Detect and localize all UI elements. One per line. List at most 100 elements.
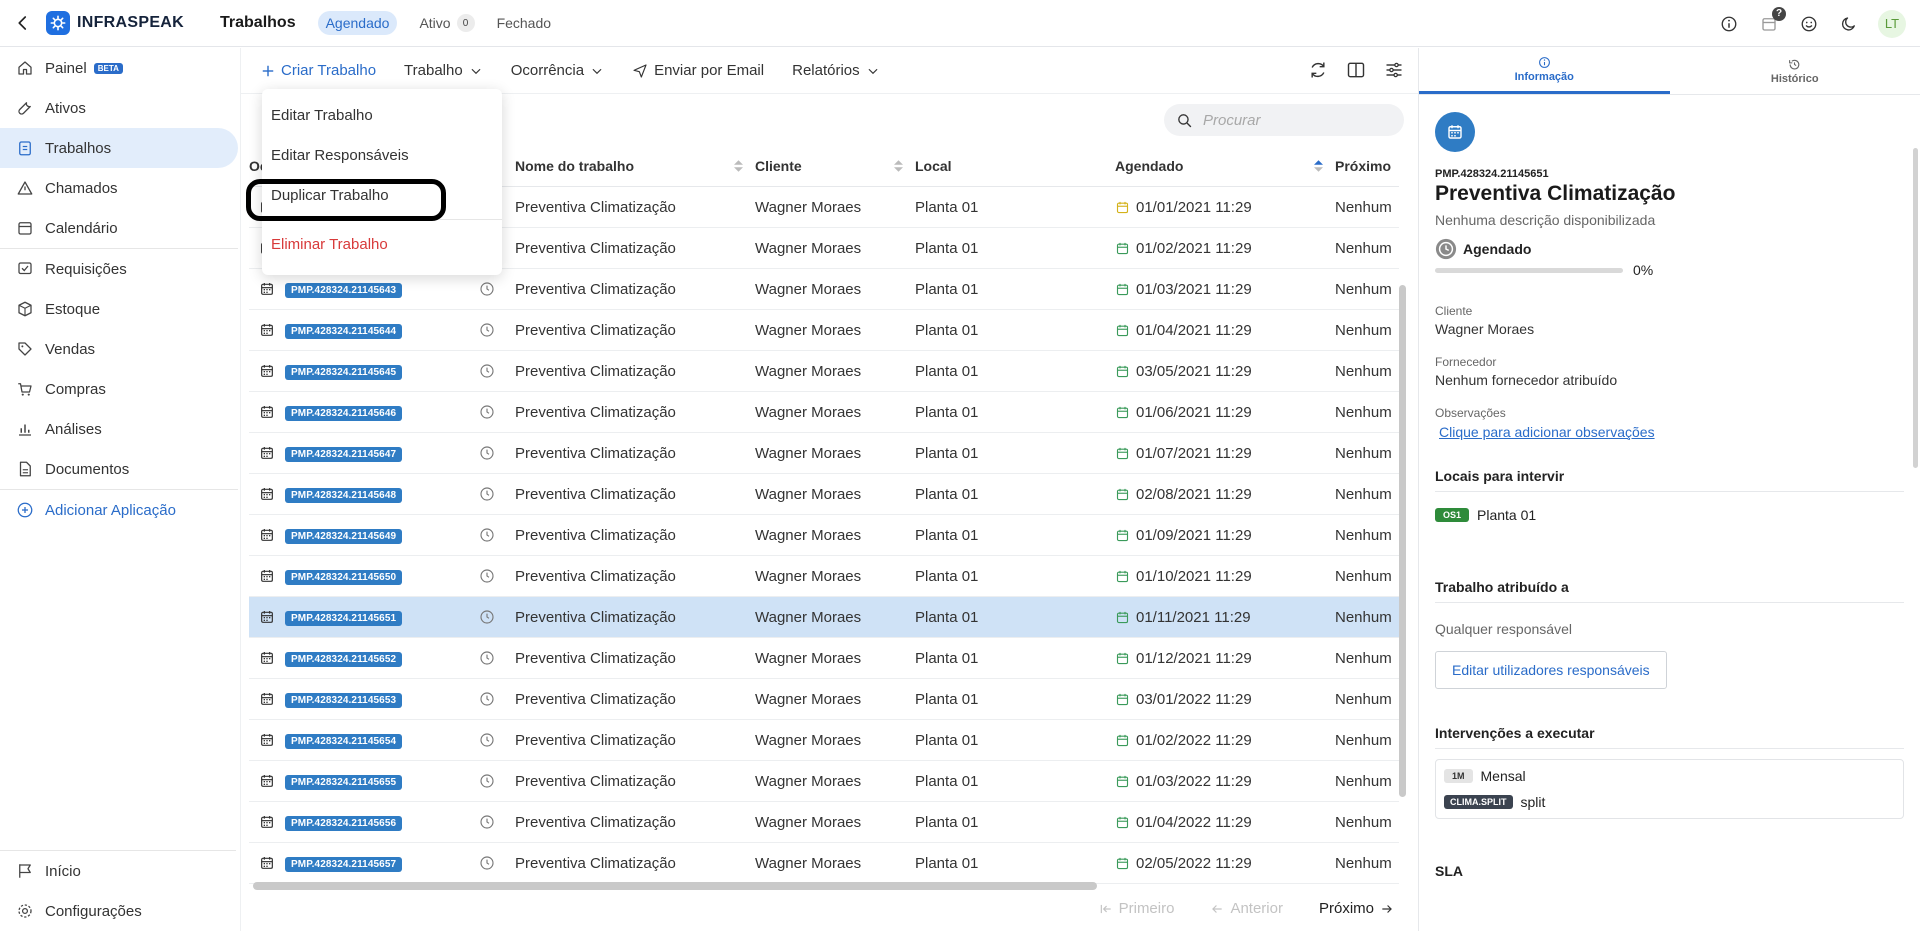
menu-item-edit-job[interactable]: Editar Trabalho bbox=[262, 95, 502, 135]
job-code-cell[interactable]: PMP.428324.21145647 bbox=[285, 444, 459, 462]
calendar-help-icon[interactable]: ? bbox=[1758, 6, 1786, 35]
prev-page-button[interactable]: Anterior bbox=[1210, 900, 1283, 917]
sidebar-add-app[interactable]: Adicionar Aplicação bbox=[0, 490, 238, 530]
menu-item-duplicate-job[interactable]: Duplicar Trabalho bbox=[262, 175, 502, 215]
sidebar-item-painel[interactable]: Painel BETA bbox=[0, 48, 238, 88]
info-icon[interactable] bbox=[1718, 13, 1740, 35]
intervention-item[interactable]: 1M Mensal bbox=[1444, 768, 1895, 784]
table-row[interactable]: PMP.428324.21145647 Preventiva Climatizaç… bbox=[249, 433, 1399, 474]
sidebar-item-compras[interactable]: Compras bbox=[0, 369, 238, 409]
tab-information[interactable]: Informação bbox=[1419, 48, 1670, 94]
sidebar-item-analises[interactable]: Análises bbox=[0, 409, 238, 449]
table-row[interactable]: PMP.428324.21145651 Preventiva Climatizaç… bbox=[249, 597, 1399, 638]
table-row[interactable]: PMP.428324.21145656 Preventiva Climatizaç… bbox=[249, 802, 1399, 843]
horizontal-scrollbar[interactable] bbox=[253, 882, 1097, 890]
next-page-button[interactable]: Próximo bbox=[1319, 900, 1394, 917]
menu-item-edit-responsibles[interactable]: Editar Responsáveis bbox=[262, 135, 502, 175]
col-client[interactable]: Cliente bbox=[755, 158, 915, 174]
refresh-button[interactable] bbox=[1308, 60, 1328, 80]
scheduled-date: 01/01/2021 11:29 bbox=[1136, 198, 1252, 216]
table-row[interactable]: PMP.428324.21145643 Preventiva Climatizaç… bbox=[249, 269, 1399, 310]
col-next[interactable]: Próximo bbox=[1335, 158, 1395, 174]
smiley-icon[interactable] bbox=[1798, 13, 1820, 35]
progress-bar bbox=[1435, 267, 1623, 273]
col-name[interactable]: Nome do trabalho bbox=[515, 158, 755, 174]
tab-history[interactable]: Histórico bbox=[1670, 48, 1920, 94]
table-row[interactable]: PMP.428324.21145646 Preventiva Climatizaç… bbox=[249, 392, 1399, 433]
job-code-cell[interactable]: PMP.428324.21145648 bbox=[285, 485, 459, 503]
col-location[interactable]: Local bbox=[915, 158, 1115, 174]
clock-icon bbox=[459, 281, 515, 297]
search-input[interactable] bbox=[1203, 111, 1373, 129]
first-page-button[interactable]: Primeiro bbox=[1099, 900, 1174, 917]
scheduled-cell: 01/07/2021 11:29 bbox=[1115, 445, 1335, 462]
sidebar-item-requisicoes[interactable]: Requisições bbox=[0, 249, 238, 289]
add-notes-link[interactable]: Clique para adicionar observações bbox=[1435, 424, 1904, 440]
tab-agendado[interactable]: Agendado bbox=[317, 11, 398, 35]
sidebar-item-calendario[interactable]: Calendário bbox=[0, 208, 238, 248]
table-row[interactable]: PMP.428324.21145654 Preventiva Climatizaç… bbox=[249, 720, 1399, 761]
avatar[interactable]: LT bbox=[1878, 9, 1906, 38]
sidebar-item-estoque[interactable]: Estoque bbox=[0, 289, 238, 329]
table-row[interactable]: PMP.428324.21145657 Preventiva Climatizaç… bbox=[249, 843, 1399, 884]
job-code-cell[interactable]: PMP.428324.21145653 bbox=[285, 690, 459, 708]
vertical-scrollbar[interactable] bbox=[1399, 285, 1406, 797]
intervention-item[interactable]: CLIMA.SPLIT split bbox=[1444, 794, 1895, 810]
sidebar-item-ativos[interactable]: Ativos bbox=[0, 88, 238, 128]
table-row[interactable]: PMP.428324.21145655 Preventiva Climatizaç… bbox=[249, 761, 1399, 802]
job-code-cell[interactable]: PMP.428324.21145654 bbox=[285, 731, 459, 749]
table-row[interactable]: PMP.428324.21145645 Preventiva Climatizaç… bbox=[249, 351, 1399, 392]
location-cell: Planta 01 bbox=[915, 321, 979, 339]
job-code-cell[interactable]: PMP.428324.21145646 bbox=[285, 403, 459, 421]
job-code-cell[interactable]: PMP.428324.21145649 bbox=[285, 526, 459, 544]
location-item[interactable]: OS1 Planta 01 bbox=[1435, 507, 1904, 523]
panel-scrollbar[interactable] bbox=[1913, 148, 1918, 468]
col-scheduled[interactable]: Agendado bbox=[1115, 158, 1335, 174]
job-code-cell[interactable]: PMP.428324.21145652 bbox=[285, 649, 459, 667]
split-view-button[interactable] bbox=[1346, 60, 1366, 80]
send-email-button[interactable]: Enviar por Email bbox=[632, 62, 764, 79]
occurrence-menu-button[interactable]: Ocorrência bbox=[511, 62, 604, 79]
job-calendar-icon bbox=[249, 281, 285, 297]
job-code-cell[interactable]: PMP.428324.21145655 bbox=[285, 772, 459, 790]
sidebar-item-chamados[interactable]: Chamados bbox=[0, 168, 238, 208]
back-button[interactable] bbox=[0, 0, 46, 47]
bar-chart-icon bbox=[19, 424, 31, 436]
tab-ativo[interactable]: Ativo 0 bbox=[419, 11, 475, 35]
sidebar-item-trabalhos[interactable]: Trabalhos bbox=[0, 128, 238, 168]
job-menu-button[interactable]: Trabalho bbox=[404, 62, 483, 79]
logo[interactable]: INFRASPEAK bbox=[46, 11, 184, 35]
job-code-cell[interactable]: PMP.428324.21145643 bbox=[285, 280, 459, 298]
sidebar-item-inicio[interactable]: Início bbox=[0, 851, 236, 891]
job-code-cell[interactable]: PMP.428324.21145650 bbox=[285, 567, 459, 585]
table-row[interactable]: PMP.428324.21145652 Preventiva Climatizaç… bbox=[249, 638, 1399, 679]
table-row[interactable]: PMP.428324.21145649 Preventiva Climatizaç… bbox=[249, 515, 1399, 556]
table-row[interactable]: PMP.428324.21145650 Preventiva Climatizaç… bbox=[249, 556, 1399, 597]
table-row[interactable]: PMP.428324.21145644 Preventiva Climatizaç… bbox=[249, 310, 1399, 351]
client-cell: Wagner Moraes bbox=[755, 731, 862, 749]
filters-button[interactable] bbox=[1384, 60, 1404, 80]
job-code-cell[interactable]: PMP.428324.21145645 bbox=[285, 362, 459, 380]
create-job-button[interactable]: Criar Trabalho bbox=[261, 62, 376, 79]
calendar-icon bbox=[1115, 364, 1130, 379]
sidebar-item-vendas[interactable]: Vendas bbox=[0, 329, 238, 369]
job-code-cell[interactable]: PMP.428324.21145644 bbox=[285, 321, 459, 339]
client-cell: Wagner Moraes bbox=[755, 444, 862, 462]
sidebar-item-configuracoes[interactable]: Configurações bbox=[0, 891, 236, 931]
job-code-cell[interactable]: PMP.428324.21145657 bbox=[285, 854, 459, 872]
location-cell: Planta 01 bbox=[915, 362, 979, 380]
job-code-cell[interactable]: PMP.428324.21145651 bbox=[285, 608, 459, 626]
reports-menu-button[interactable]: Relatórios bbox=[792, 62, 880, 79]
flag-icon bbox=[19, 864, 31, 878]
job-code-cell[interactable]: PMP.428324.21145656 bbox=[285, 813, 459, 831]
table-row[interactable]: PMP.428324.21145653 Preventiva Climatizaç… bbox=[249, 679, 1399, 720]
table-row[interactable]: PMP.428324.21145648 Preventiva Climatizaç… bbox=[249, 474, 1399, 515]
search-box[interactable] bbox=[1164, 104, 1404, 136]
moon-icon[interactable] bbox=[1838, 13, 1860, 35]
tab-fechado[interactable]: Fechado bbox=[497, 11, 551, 35]
next-cell: Nenhum bbox=[1335, 813, 1392, 831]
sidebar-item-documentos[interactable]: Documentos bbox=[0, 449, 238, 489]
menu-item-delete-job[interactable]: Eliminar Trabalho bbox=[262, 224, 502, 264]
edit-responsible-users-button[interactable]: Editar utilizadores responsáveis bbox=[1435, 651, 1667, 689]
locations-section-title: Locais para intervir bbox=[1435, 468, 1904, 492]
